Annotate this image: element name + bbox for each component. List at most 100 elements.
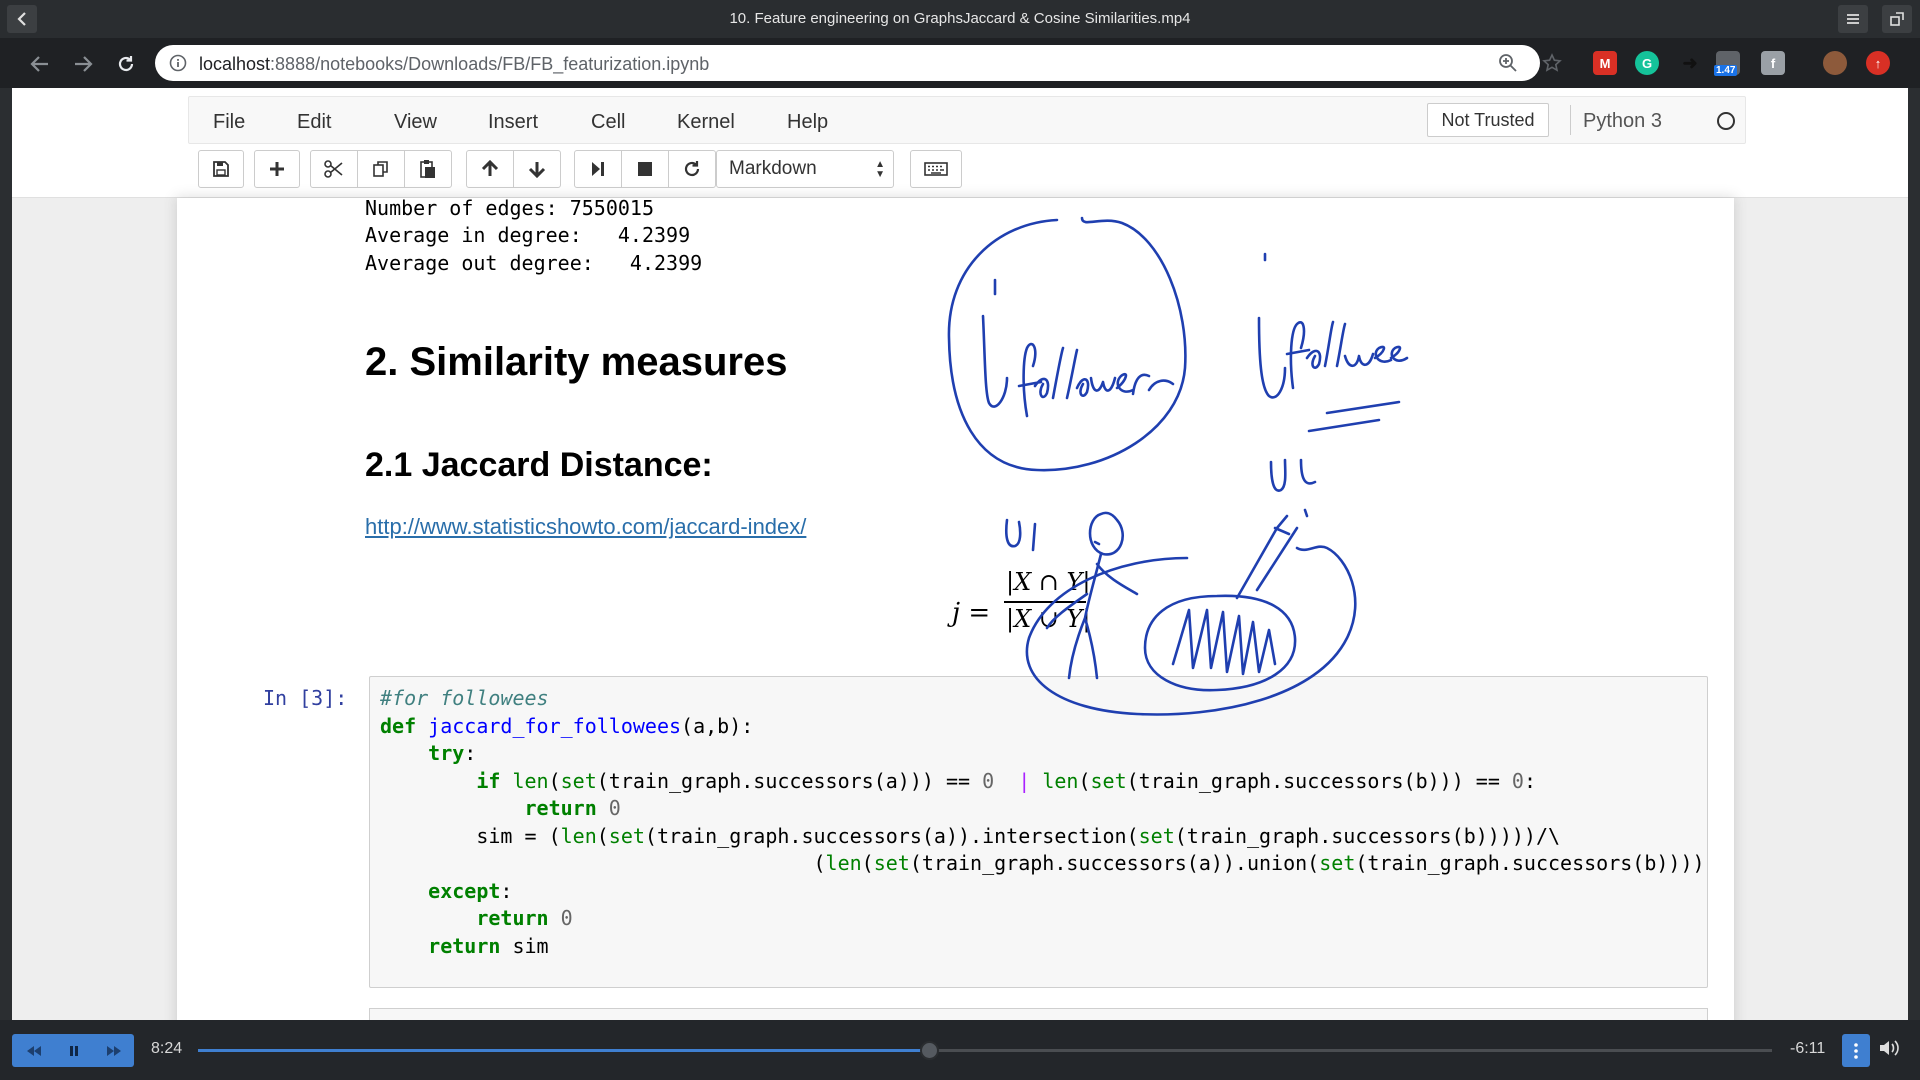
paste-button[interactable]	[404, 150, 452, 188]
section-heading: 2. Similarity measures	[365, 340, 788, 384]
update-extension-icon[interactable]: ↑	[1866, 51, 1890, 75]
annotation-hatching	[1171, 608, 1277, 676]
hamburger-icon	[1847, 14, 1859, 24]
url-text[interactable]: localhost:8888/notebooks/Downloads/FB/FB…	[199, 54, 709, 75]
browser-forward-button[interactable]	[69, 50, 97, 78]
run-button[interactable]	[574, 150, 622, 188]
scissors-icon	[324, 160, 343, 178]
refresh-icon	[684, 161, 700, 177]
zoom-icon[interactable]	[1498, 53, 1518, 73]
annotation-connector	[1235, 508, 1309, 600]
skip-back-button[interactable]	[14, 1034, 54, 1067]
menu-edit[interactable]: Edit	[297, 111, 331, 134]
jaccard-reference-link[interactable]: http://www.statisticshowto.com/jaccard-i…	[365, 514, 806, 540]
player-controls: 8:24 -6:11	[0, 1020, 1920, 1080]
insert-cell-button[interactable]	[254, 150, 300, 188]
copy-icon	[373, 161, 388, 177]
browser-reload-button[interactable]	[112, 50, 140, 78]
elapsed-time: 8:24	[151, 1040, 183, 1057]
cell-type-select[interactable]: Markdown ▲ ▼	[716, 150, 894, 188]
move-down-button[interactable]	[513, 150, 561, 188]
address-bar[interactable]: localhost:8888/notebooks/Downloads/FB/FB…	[155, 45, 1562, 81]
remaining-time: -6:11	[1790, 1040, 1826, 1057]
arrow-right-icon	[75, 56, 93, 72]
speaker-icon	[1880, 1040, 1899, 1056]
cut-button[interactable]	[310, 150, 358, 188]
subsection-heading: 2.1 Jaccard Distance:	[365, 446, 713, 484]
fraction-bar	[1004, 601, 1086, 603]
menu-kernel[interactable]: Kernel	[677, 111, 735, 134]
interrupt-button[interactable]	[621, 150, 669, 188]
grammarly-extension-icon[interactable]: G	[1635, 51, 1659, 75]
plus-icon	[270, 162, 284, 176]
not-trusted-button[interactable]: Not Trusted	[1427, 103, 1549, 137]
menu-insert[interactable]: Insert	[488, 111, 538, 134]
skip-forward-button[interactable]	[94, 1034, 134, 1067]
more-vertical-icon	[1854, 1042, 1858, 1059]
menu-cell[interactable]: Cell	[591, 111, 625, 134]
kernel-status-indicator	[1717, 112, 1735, 130]
code-editor[interactable]: #for followees def jaccard_for_followees…	[380, 685, 1707, 960]
code-cell[interactable]: #for followees def jaccard_for_followees…	[369, 676, 1708, 988]
bookmark-star-icon[interactable]	[1542, 53, 1562, 73]
seek-bar[interactable]	[198, 1041, 1772, 1060]
info-icon[interactable]	[169, 54, 187, 72]
jupyter-page: File Edit View Insert Cell Kernel Help N…	[12, 88, 1908, 1020]
select-arrows-icon: ▲ ▼	[875, 159, 885, 180]
arrow-extension-icon[interactable]: ➜	[1678, 51, 1702, 75]
keyboard-icon	[924, 162, 948, 176]
skip-back-icon	[27, 1045, 41, 1056]
annotation-circle	[947, 216, 1187, 472]
menu-bar: File Edit View Insert Cell Kernel Help N…	[188, 96, 1746, 144]
menu-view[interactable]: View	[394, 111, 437, 134]
skip-forward-icon	[107, 1045, 121, 1056]
save-button[interactable]	[198, 150, 244, 188]
clipboard-icon	[420, 160, 435, 178]
pause-button[interactable]	[54, 1034, 94, 1067]
output-line: Average out degree: 4.2399	[365, 251, 703, 275]
player-menu-button[interactable]	[1838, 5, 1868, 33]
annotation-text-followee	[1257, 252, 1409, 399]
url-path: :8888/notebooks/Downloads/FB/FB_featuriz…	[270, 54, 710, 74]
input-prompt: In [3]:	[263, 686, 348, 710]
gmail-extension-icon[interactable]: M	[1593, 51, 1617, 75]
next-cell[interactable]	[369, 1008, 1708, 1020]
restart-button[interactable]	[668, 150, 716, 188]
notebook-container: Number of edges: 7550015 Average in degr…	[177, 196, 1734, 1020]
video-title: 10. Feature engineering on GraphsJaccard…	[729, 10, 1191, 27]
step-forward-icon	[592, 162, 604, 176]
command-palette-button[interactable]	[910, 150, 962, 188]
formula-numerator: |X ∩ Y|	[1006, 568, 1091, 596]
seek-handle[interactable]	[919, 1041, 939, 1060]
menu-help[interactable]: Help	[787, 111, 828, 134]
player-title-bar: 10. Feature engineering on GraphsJaccard…	[0, 0, 1920, 38]
cell-type-value: Markdown	[729, 158, 817, 179]
floppy-disk-icon	[213, 161, 229, 177]
kernel-name: Python 3	[1583, 110, 1662, 132]
player-more-button[interactable]	[1842, 1034, 1870, 1067]
stop-icon	[638, 162, 652, 176]
seek-bar-progress	[198, 1049, 930, 1052]
copy-button[interactable]	[357, 150, 405, 188]
kernel-divider	[1570, 105, 1571, 135]
url-host: localhost	[199, 54, 271, 74]
browser-back-button[interactable]	[26, 50, 54, 78]
annotation-label-u2	[1269, 458, 1317, 492]
move-up-button[interactable]	[466, 150, 514, 188]
annotation-underline	[1307, 400, 1401, 433]
formula-denominator: |X ∪ Y|	[1006, 605, 1091, 633]
formula-lhs: j =	[952, 598, 991, 628]
arrow-down-icon	[528, 162, 546, 178]
facebook-extension-icon[interactable]: f	[1761, 51, 1785, 75]
annotation-text-followers	[981, 278, 1175, 418]
playback-buttons	[12, 1034, 134, 1067]
volume-button[interactable]	[1878, 1038, 1904, 1062]
avatar[interactable]	[1823, 51, 1847, 75]
output-line: Number of edges: 7550015	[365, 196, 654, 220]
arrow-left-icon	[30, 56, 48, 72]
player-restore-button[interactable]	[1882, 5, 1912, 33]
extension-badge: 1.47	[1714, 65, 1738, 76]
robot-extension-icon[interactable]: 1.47	[1714, 51, 1740, 76]
menu-file[interactable]: File	[213, 111, 245, 134]
annotation-label-u1	[1004, 518, 1037, 552]
